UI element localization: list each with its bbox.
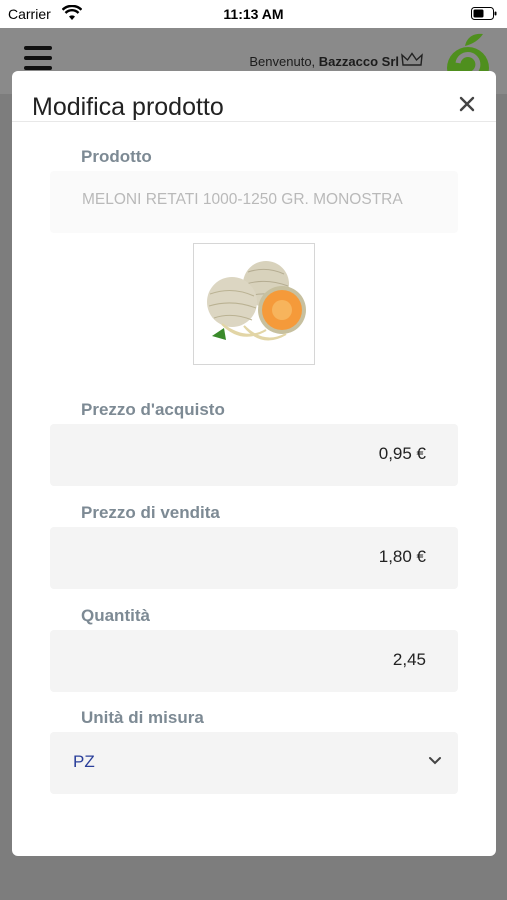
product-value: MELONI RETATI 1000-1250 GR. MONOSTRA	[82, 191, 403, 208]
melon-image	[207, 261, 306, 341]
purchase-price-input[interactable]: 0,95 €	[50, 424, 458, 486]
unit-select[interactable]: PZ	[50, 732, 458, 794]
status-bar: Carrier 11:13 AM	[0, 0, 507, 28]
product-label: Prodotto	[81, 147, 152, 166]
product-image	[193, 243, 315, 365]
sale-price-input[interactable]: 1,80 €	[50, 527, 458, 589]
welcome-prefix: Benvenuto,	[249, 54, 316, 69]
quantity-value: 2,45	[392, 650, 426, 669]
close-icon[interactable]	[456, 93, 478, 115]
modal-title: Modifica prodotto	[32, 93, 224, 121]
purchase-price-label: Prezzo d'acquisto	[81, 400, 225, 419]
modal-header: Modifica prodotto	[12, 71, 496, 122]
welcome-text: Benvenuto, Bazzacco Srl	[249, 54, 399, 69]
edit-product-modal: Modifica prodotto Prodotto MELONI RETATI…	[12, 71, 496, 856]
product-field: MELONI RETATI 1000-1250 GR. MONOSTRA	[50, 171, 458, 233]
unit-value: PZ	[73, 752, 95, 771]
quantity-label: Quantità	[81, 606, 150, 625]
menu-icon[interactable]	[24, 46, 52, 70]
crown-icon	[401, 52, 423, 66]
user-name: Bazzacco Srl	[318, 54, 399, 69]
unit-label: Unità di misura	[81, 708, 204, 727]
chevron-down-icon	[429, 757, 441, 765]
clock: 11:13 AM	[223, 6, 284, 22]
battery-icon	[471, 7, 497, 20]
sale-price-value: 1,80 €	[378, 547, 426, 566]
sale-price-label: Prezzo di vendita	[81, 503, 220, 522]
purchase-price-value: 0,95 €	[378, 444, 426, 463]
quantity-input[interactable]: 2,45	[50, 630, 458, 692]
